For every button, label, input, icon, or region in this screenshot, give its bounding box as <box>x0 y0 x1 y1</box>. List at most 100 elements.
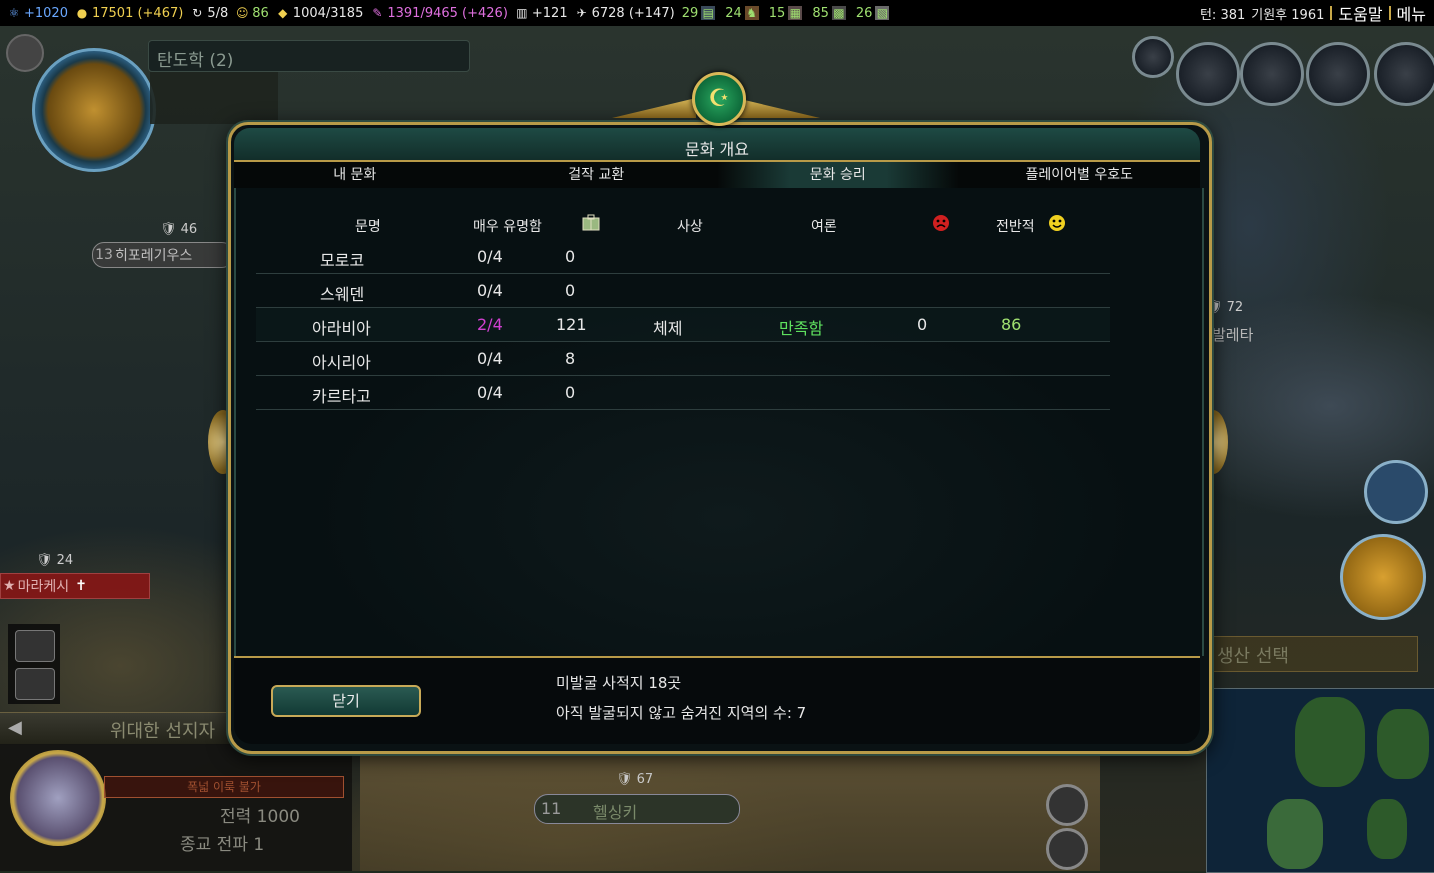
tourism-value: 0 <box>565 383 576 402</box>
unit-strength: 전력 1000 <box>220 802 300 827</box>
research-unlocks[interactable] <box>150 72 278 124</box>
column-header-ideology[interactable]: 사상 <box>677 216 703 236</box>
city-banner-hippo-regius[interactable]: 13 히포레기우스 <box>92 242 234 268</box>
cancel-action-button[interactable] <box>15 630 55 662</box>
resource-icon: ▤ <box>701 6 716 20</box>
minimap-land <box>1267 799 1323 869</box>
star-icon: ★ <box>3 578 16 594</box>
city-banner-marrakesh[interactable]: ★ 마라케시 ✝ <box>0 573 150 599</box>
tab-bar: 내 문화 걸작 교환 문화 승리 플레이어별 우호도 <box>234 160 1200 190</box>
dialog-footer: 닫기 미발굴 사적지 18곳 아직 발굴되지 않고 숨겨진 지역의 수: 7 <box>234 656 1200 744</box>
influential-value: 0/4 <box>477 383 503 402</box>
resource-stat-3[interactable]: 15 ▦ <box>769 6 806 21</box>
cross-icon: ✝ <box>75 578 87 594</box>
horse-icon: ♞ <box>744 6 759 20</box>
resource-stat-5[interactable]: 26 ▧ <box>856 6 893 21</box>
help-button[interactable]: 도움말 <box>1338 1 1382 25</box>
choose-production-label[interactable]: 생산 선택 <box>1208 636 1418 672</box>
fast-forward-button[interactable] <box>15 668 55 700</box>
table-row[interactable]: 아시리아 0/4 8 <box>256 342 1110 376</box>
advisor-button[interactable] <box>1176 42 1240 106</box>
column-header-overall[interactable]: 전반적 <box>996 216 1035 236</box>
column-header-civ[interactable]: 문명 <box>355 216 381 236</box>
resource-stat-2[interactable]: 24 ♞ <box>725 6 762 21</box>
arrow-left-icon[interactable]: ◀ <box>8 717 22 738</box>
resource-value: 26 <box>855 5 873 21</box>
tourism-value: 0 <box>565 281 576 300</box>
culture-victory-table: 문명 매우 유명함 사상 여론 전반적 모로코 0/4 0 스웨덴 0/4 0 <box>234 188 1204 656</box>
oil-icon: ▧ <box>875 6 890 20</box>
resource-value: 85 <box>812 5 829 21</box>
tourism-icon: ▥ <box>516 6 528 20</box>
diplomacy-button[interactable] <box>1374 42 1434 106</box>
column-header-influential[interactable]: 매우 유명함 <box>473 216 542 236</box>
civ-name: 스웨덴 <box>320 285 365 304</box>
hammer-icon[interactable] <box>1340 534 1426 620</box>
close-button[interactable]: 닫기 <box>271 685 421 717</box>
tech-tree-button[interactable] <box>6 34 44 72</box>
happy-face-icon: ☺ <box>235 6 249 20</box>
table-row-player[interactable]: 아라비아 2/4 121 체제 만족함 0 86 <box>256 308 1110 342</box>
gold-stat[interactable]: ● 17501 (+467) <box>75 5 184 21</box>
gold-value: 17501 (+467) <box>91 5 184 21</box>
ideology-value: 체제 <box>653 319 683 338</box>
minimap-land <box>1377 709 1429 779</box>
table-row[interactable]: 스웨덴 0/4 0 <box>256 274 1110 308</box>
minimap-land <box>1295 697 1365 787</box>
menu-button[interactable]: 메뉴 <box>1397 1 1426 25</box>
table-row[interactable]: 모로코 0/4 0 <box>256 240 1110 274</box>
tourism-value: 8 <box>565 349 576 368</box>
flower-icon[interactable] <box>1046 828 1088 870</box>
diplomacy-scroll-button[interactable] <box>1132 36 1174 78</box>
turn-label: 턴: 381 <box>1199 7 1246 23</box>
resource-stat-1[interactable]: 29 ▤ <box>682 6 719 21</box>
unit-warning-bar: 폭넓 이룩 불가 <box>104 776 344 798</box>
happiness-stat[interactable]: ☺ 86 <box>235 6 269 21</box>
tab-culture-victory[interactable]: 문화 승리 <box>717 162 959 188</box>
culture-stat[interactable]: ✎ 1391/9465 (+426) <box>370 6 508 21</box>
dialog-title: 문화 개요 <box>685 140 749 159</box>
unit-religion-spread: 종교 전파 1 <box>180 830 264 855</box>
tourism-button[interactable] <box>1364 460 1428 524</box>
influential-value: 2/4 <box>477 315 503 334</box>
city-banner-helsinki[interactable]: 11 헬싱키 <box>534 794 740 824</box>
trade-routes-stat[interactable]: ↻ 5/8 <box>190 6 228 21</box>
resource-stat-4[interactable]: 85 ▩ <box>812 6 849 21</box>
city-name: 헬싱키 <box>593 803 638 822</box>
city-defense: 🛡 24 <box>36 553 74 568</box>
notification-scroll-icon[interactable] <box>1046 784 1088 826</box>
table-row[interactable]: 카르타고 0/4 0 <box>256 376 1110 410</box>
tab-player-influence[interactable]: 플레이어별 우호도 <box>959 162 1201 188</box>
culture-icon: ✎ <box>372 6 383 20</box>
military-overview-button[interactable] <box>1240 42 1304 106</box>
civ-name: 아시리아 <box>312 353 371 372</box>
iron-icon: ▦ <box>788 6 803 20</box>
research-label[interactable]: 탄도학 (2) <box>148 40 470 72</box>
city-banner-valletta[interactable]: 발레타 <box>1212 324 1253 345</box>
culture-value: 1391/9465 (+426) <box>387 5 508 21</box>
economic-overview-button[interactable] <box>1306 42 1370 106</box>
gold-icon: ● <box>76 6 88 20</box>
influential-value: 0/4 <box>477 247 503 266</box>
dialog-header: 문화 개요 <box>234 128 1200 160</box>
science-stat[interactable]: ⚛ +1020 <box>7 6 68 21</box>
research-progress-circle[interactable] <box>32 48 156 172</box>
minimap-land <box>1367 799 1407 859</box>
faith-stat[interactable]: ✈ 6728 (+147) <box>575 6 675 21</box>
tourism-value: 0 <box>565 247 576 266</box>
unit-portrait[interactable] <box>10 750 106 846</box>
production-text: 생산 선택 <box>1217 646 1289 667</box>
top-right-info: 턴: 381 기원후 1961 도움말 메뉴 <box>1200 0 1426 26</box>
column-header-opinion[interactable]: 여론 <box>811 216 837 236</box>
tab-swap-great-works[interactable]: 걸작 교환 <box>476 162 718 188</box>
golden-age-stat[interactable]: ◆ 1004/3185 <box>276 6 363 21</box>
hidden-sites-label: 아직 발굴되지 않고 숨겨진 지역의 수: 7 <box>556 704 807 722</box>
divider <box>1388 6 1391 20</box>
tab-my-culture[interactable]: 내 문화 <box>234 162 476 188</box>
happiness-value: 86 <box>252 5 269 21</box>
minimap[interactable] <box>1206 688 1434 873</box>
resource-value: 24 <box>725 5 742 21</box>
resource-value: 15 <box>768 5 786 21</box>
tourism-stat[interactable]: ▥ +121 <box>515 6 567 21</box>
science-icon: ⚛ <box>8 6 20 20</box>
